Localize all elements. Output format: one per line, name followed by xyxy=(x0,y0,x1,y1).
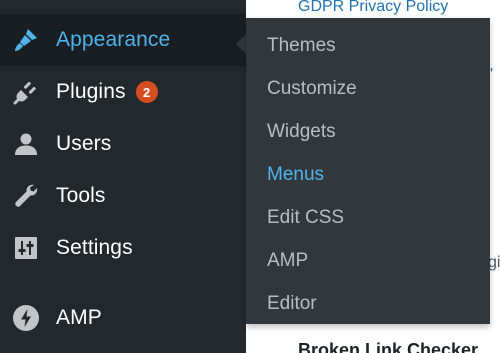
settings-sliders-icon xyxy=(12,234,40,262)
sidebar-item-label: AMP xyxy=(56,306,102,329)
plugin-heading: Broken Link Checker xyxy=(298,340,479,353)
update-count-badge: 2 xyxy=(135,81,158,103)
plug-icon xyxy=(12,78,40,106)
submenu-item-editor[interactable]: Editor xyxy=(246,282,490,325)
sidebar-item-plugins[interactable]: Plugins 2 xyxy=(0,66,246,118)
amp-bolt-icon xyxy=(12,304,40,332)
submenu-item-menus[interactable]: Menus xyxy=(246,153,490,196)
user-icon xyxy=(12,130,40,158)
admin-sidebar: Appearance Plugins 2 Users Tools Setting… xyxy=(0,0,246,353)
paintbrush-icon xyxy=(12,26,40,54)
sidebar-item-label: Tools xyxy=(56,184,106,207)
policy-link[interactable]: GDPR Privacy Policy xyxy=(298,0,448,16)
submenu-item-widgets[interactable]: Widgets xyxy=(246,110,490,153)
wrench-icon xyxy=(12,182,40,210)
sidebar-item-amp[interactable]: AMP xyxy=(0,292,246,344)
submenu-item-customize[interactable]: Customize xyxy=(246,67,490,110)
menu-separator xyxy=(0,274,246,290)
sidebar-item-tools[interactable]: Tools xyxy=(0,170,246,222)
sidebar-item-label: Settings xyxy=(56,236,133,259)
submenu-item-edit-css[interactable]: Edit CSS xyxy=(246,196,490,239)
sidebar-item-settings[interactable]: Settings xyxy=(0,222,246,274)
appearance-submenu: Themes Customize Widgets Menus Edit CSS … xyxy=(246,18,490,324)
sidebar-item-label: Plugins xyxy=(56,80,126,103)
sidebar-item-label: Appearance xyxy=(56,28,171,51)
submenu-pointer xyxy=(236,34,246,54)
submenu-item-themes[interactable]: Themes xyxy=(246,24,490,67)
submenu-item-amp[interactable]: AMP xyxy=(246,239,490,282)
sidebar-item-users[interactable]: Users xyxy=(0,118,246,170)
sidebar-item-appearance[interactable]: Appearance xyxy=(0,14,246,66)
sidebar-item-label: Users xyxy=(56,132,112,155)
